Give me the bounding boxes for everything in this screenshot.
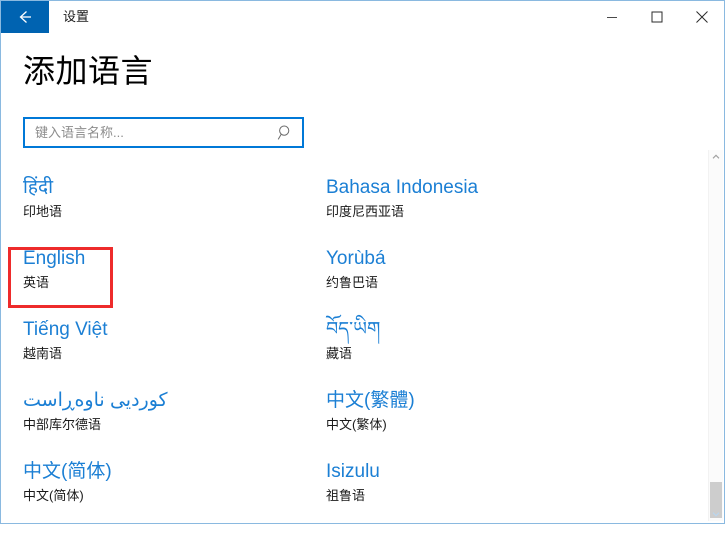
language-row: हिंदी 印地语 Bahasa Indonesia 印度尼西亚语 [2,175,712,246]
language-item-chinese-traditional[interactable]: 中文(繁體) 中文(繁体) [326,388,415,435]
page-title: 添加语言 [23,53,154,89]
chevron-down-icon [712,505,720,523]
settings-window: 设置 添加语言 键入语言名称... हिंदी 印地语 Bahasa Indon… [0,0,725,524]
language-localized-name: 祖鲁语 [326,488,366,503]
language-item-vietnamese[interactable]: Tiếng Việt 越南语 [23,317,108,364]
language-list: Português (Brasil) 葡萄牙语(巴西) ᐃᓄᒃᑎᑐᑦ 因纽特语 … [2,150,712,510]
language-native-name: کوردیی ناوەڕاست [23,390,168,411]
minimize-icon [606,11,618,23]
close-icon [695,10,709,24]
scrollbar-up-button[interactable] [709,150,723,164]
maximize-button[interactable] [634,1,679,33]
language-item[interactable]: ᐃᓄᒃᑎᑐᑦ 因纽特语 [326,150,399,151]
language-item-chinese-simplified[interactable]: 中文(简体) 中文(简体) [23,459,112,506]
scrollbar-down-button[interactable] [709,507,723,521]
language-item-hindi[interactable]: हिंदी 印地语 [23,175,62,222]
language-native-name: བོད་ཡིག [326,319,381,340]
language-item-tibetan[interactable]: བོད་ཡིག 藏语 [326,317,380,364]
language-localized-name: 中部库尔德语 [23,417,102,432]
close-button[interactable] [679,1,724,33]
language-row: 中文(简体) 中文(简体) Isizulu 祖鲁语 [2,459,712,510]
language-native-name: 中文(繁體) [326,390,415,411]
language-row: English 英语 Yorùbá 约鲁巴语 [2,246,712,317]
language-item-isizulu[interactable]: Isizulu 祖鲁语 [326,459,380,506]
language-native-name: 中文(简体) [23,461,112,482]
language-row: Tiếng Việt 越南语 བོད་ཡིག 藏语 [2,317,712,388]
language-native-name: Isizulu [326,461,380,482]
minimize-button[interactable] [589,1,634,33]
search-icon[interactable] [276,123,296,143]
language-localized-name: 印度尼西亚语 [326,204,405,219]
language-native-name: Bahasa Indonesia [326,177,479,198]
language-localized-name: 中文(繁体) [326,417,387,432]
title-bar: 设置 [1,0,724,33]
language-row: کوردیی ناوەڕاست 中部库尔德语 中文(繁體) 中文(繁体) [2,388,712,459]
search-input[interactable] [25,119,283,146]
scrollbar-track[interactable] [709,164,723,507]
language-list-inner: Português (Brasil) 葡萄牙语(巴西) ᐃᓄᒃᑎᑐᑦ 因纽特语 … [2,150,712,510]
language-localized-name: 因纽特语 [326,150,399,151]
language-localized-name: 中文(简体) [23,488,84,503]
language-native-name: हिंदी [23,177,54,198]
language-item[interactable]: Português (Brasil) 葡萄牙语(巴西) [23,150,175,151]
search-box[interactable] [23,117,304,148]
maximize-icon [651,11,663,23]
language-item-english[interactable]: English 英语 [23,246,85,293]
language-localized-name: 越南语 [23,346,63,361]
app-title: 设置 [63,9,90,24]
language-localized-name: 约鲁巴语 [326,275,379,290]
language-localized-name: 葡萄牙语(巴西) [23,150,175,151]
language-localized-name: 印地语 [23,204,63,219]
language-localized-name: 英语 [23,275,50,290]
vertical-scrollbar[interactable] [708,150,723,521]
back-arrow-icon [15,7,35,27]
language-native-name: Yorùbá [326,248,386,269]
language-native-name: English [23,248,86,269]
language-row: Português (Brasil) 葡萄牙语(巴西) ᐃᓄᒃᑎᑐᑦ 因纽特语 [2,150,712,175]
language-item-central-kurdish[interactable]: کوردیی ناوەڕاست 中部库尔德语 [23,388,168,435]
language-item-yoruba[interactable]: Yorùbá 约鲁巴语 [326,246,386,293]
language-localized-name: 藏语 [326,346,353,361]
language-item-indonesian[interactable]: Bahasa Indonesia 印度尼西亚语 [326,175,478,222]
back-button[interactable] [1,1,49,33]
language-native-name: Tiếng Việt [23,319,108,340]
